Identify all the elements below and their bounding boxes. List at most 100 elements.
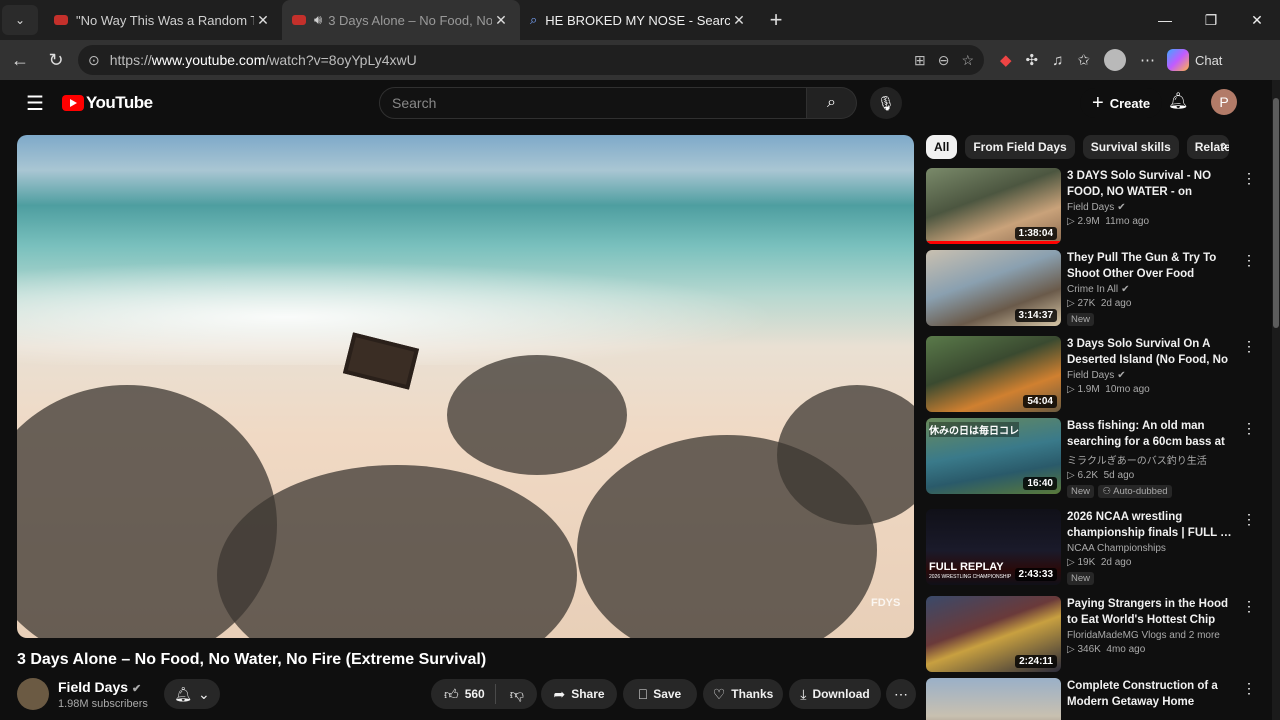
url-host: www.youtube.com [151,52,266,68]
duration-badge: 2:24:11 [1015,655,1057,668]
recommendation-title[interactable]: Complete Construction of a Modern Getawa… [1067,678,1235,710]
voice-search-button[interactable]: 🎙︎ [870,87,902,119]
recommendation-item[interactable]: 1:38:04 3 DAYS Solo Survival - NO FOOD, … [926,168,1256,246]
recommendation-item[interactable]: 54:04 3 Days Solo Survival On A Deserted… [926,336,1256,414]
create-button[interactable]: + Create [1080,88,1163,118]
share-button[interactable]: ➦ Share [541,679,617,709]
video-thumbnail[interactable] [926,678,1061,720]
puzzle-extensions-icon[interactable]: ✣ [1026,51,1039,69]
recommendation-item[interactable]: 休みの日は毎日コレ 16:40 Bass fishing: An old man… [926,418,1256,498]
recommendation-title[interactable]: Paying Strangers in the Hood to Eat Worl… [1067,596,1235,628]
close-window-icon[interactable]: ✕ [1234,0,1280,40]
recommendation-item[interactable]: Complete Construction of a Modern Getawa… [926,678,1256,720]
upload-age: 2d ago [1100,557,1132,568]
video-player[interactable]: FDYS [17,135,914,638]
share-label: Share [571,687,605,701]
channel-name[interactable]: NCAA Championships [1067,543,1166,554]
search-input[interactable]: Search [379,87,807,119]
profile-avatar[interactable] [1103,49,1126,71]
zoom-icon[interactable]: ⊖ [938,52,950,69]
address-bar[interactable]: ⊙ https://www.youtube.com/watch?v=8oyYpL… [78,45,984,75]
more-vertical-icon[interactable]: ⋮ [1242,338,1256,355]
more-vertical-icon[interactable]: ⋮ [1242,252,1256,269]
masthead: ☰ YouTube Search ⌕ 🎙︎ + Create 🔔︎ P [4,80,1272,126]
more-vertical-icon[interactable]: ⋮ [1242,680,1256,697]
refresh-icon[interactable]: ↻ [38,50,74,71]
recommendation-item[interactable]: 3:14:37 They Pull The Gun & Try To Shoot… [926,250,1256,328]
menu-icon[interactable]: ☰ [26,91,44,116]
youtube-logo[interactable]: YouTube [61,93,153,113]
browser-tab[interactable]: "No Way This Was a Random Traffi ✕ [44,0,282,40]
channel-name[interactable]: FloridaMadeMG Vlogs and 2 more [1067,630,1220,641]
recommendation-item[interactable]: FULL REPLAY 2026 WRESTLING CHAMPIONSHIP … [926,509,1256,587]
restore-icon[interactable]: ❐ [1188,0,1234,40]
video-title: 3 Days Alone – No Food, No Water, No Fir… [17,651,487,668]
channel-name[interactable]: Field Days [1067,370,1114,381]
more-vertical-icon[interactable]: ⋮ [1242,511,1256,528]
related-chips: All From Field Days Survival skills Rela… [926,135,1229,159]
recommendation-title[interactable]: 2026 NCAA wrestling championship finals … [1067,509,1235,541]
like-button[interactable]: 👍︎ 560 [444,684,496,704]
media-icon[interactable]: ♫ [1052,52,1063,69]
recommendation-item[interactable]: 2:24:11 Paying Strangers in the Hood to … [926,596,1256,674]
apps-icon[interactable]: ⊞ [914,52,926,69]
speaker-icon[interactable]: 🔊︎ [314,12,322,28]
youtube-favicon-icon [54,15,68,25]
thanks-button[interactable]: ♡ Thanks [703,679,783,709]
favorite-star-icon[interactable]: ☆ [961,52,974,69]
close-tab-icon[interactable]: ✕ [254,12,272,29]
chip-survival-skills[interactable]: Survival skills [1082,135,1179,159]
thumbs-down-icon[interactable]: 👎︎ [510,686,524,703]
duration-badge: 3:14:37 [1014,309,1057,322]
tab-actions-menu-button[interactable]: ⌄ [2,5,38,35]
close-tab-icon[interactable]: ✕ [492,12,510,29]
tab-title: HE BROKED MY NOSE - Search [545,12,730,28]
close-tab-icon[interactable]: ✕ [730,12,748,29]
copilot-chat-button[interactable]: Chat [1166,49,1222,71]
more-vertical-icon[interactable]: ⋮ [1242,170,1256,187]
chevron-right-icon[interactable]: › [1222,137,1227,155]
video-thumbnail[interactable]: 3:14:37 [926,250,1061,326]
more-options-icon[interactable]: ⋯ [1140,51,1155,69]
extension-icon[interactable]: ◆ [1000,51,1012,69]
video-thumbnail[interactable]: 54:04 [926,336,1061,412]
account-avatar[interactable]: P [1211,89,1237,115]
page-scrollbar[interactable] [1272,80,1280,720]
channel-name[interactable]: Field Days [1067,202,1114,213]
chip-from-field-days[interactable]: From Field Days [965,135,1075,159]
browser-tab-active[interactable]: 🔊︎ 3 Days Alone – No Food, No W ✕ [282,0,520,40]
more-vertical-icon[interactable]: ⋮ [1242,420,1256,437]
favorites-icon[interactable]: ✩ [1077,51,1090,69]
tab-title: 3 Days Alone – No Food, No W [328,12,492,28]
scrollbar-thumb[interactable] [1273,98,1279,328]
channel-name[interactable]: ミラクルぎあーのバス釣り生活 [1067,456,1207,467]
channel-name[interactable]: Field Days ✔ [58,679,148,695]
video-frame-shadow [447,355,627,475]
download-button[interactable]: ⤓ Download [789,679,881,709]
plus-icon: + [1092,91,1104,114]
window-controls: — ❐ ✕ [1142,0,1280,40]
recommendation-title[interactable]: 3 DAYS Solo Survival - NO FOOD, NO WATER… [1067,168,1235,200]
video-thumbnail[interactable]: 休みの日は毎日コレ 16:40 [926,418,1061,494]
recommendation-title[interactable]: Bass fishing: An old man searching for a… [1067,418,1235,450]
site-info-icon[interactable]: ⊙ [88,52,100,69]
new-tab-button[interactable]: + [758,7,794,33]
save-button[interactable]: ⎕ Save [623,679,697,709]
notifications-bell-icon[interactable]: 🔔︎ [1168,91,1188,111]
video-thumbnail[interactable]: 1:38:04 [926,168,1061,244]
minimize-icon[interactable]: — [1142,0,1188,40]
back-icon[interactable]: ← [2,50,38,71]
search-button[interactable]: ⌕ [807,87,857,119]
channel-name-text[interactable]: Field Days [58,679,128,695]
video-thumbnail[interactable]: 2:24:11 [926,596,1061,672]
subscribed-bell-button[interactable]: 🔔︎ ⌄ [164,679,220,709]
browser-tab[interactable]: ⌕ HE BROKED MY NOSE - Search ✕ [520,0,758,40]
recommendation-title[interactable]: They Pull The Gun & Try To Shoot Other O… [1067,250,1235,282]
channel-name[interactable]: Crime In All [1067,284,1118,295]
chip-all[interactable]: All [926,135,958,159]
channel-avatar[interactable] [17,678,49,710]
more-vertical-icon[interactable]: ⋮ [1242,598,1256,615]
video-thumbnail[interactable]: FULL REPLAY 2026 WRESTLING CHAMPIONSHIP … [926,509,1061,585]
more-actions-button[interactable]: ⋯ [886,679,916,709]
recommendation-title[interactable]: 3 Days Solo Survival On A Deserted Islan… [1067,336,1235,368]
